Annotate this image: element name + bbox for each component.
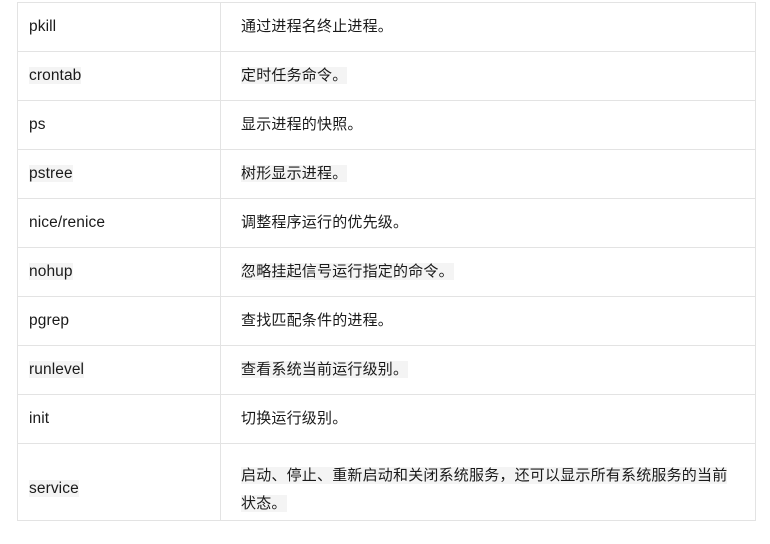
command-cell-inner: pstree: [18, 162, 220, 186]
description-cell: 树形显示进程。: [220, 149, 756, 199]
command-description: 树形显示进程。: [241, 165, 348, 183]
description-cell-inner: 切换运行级别。: [221, 405, 755, 433]
table-row: crontab 定时任务命令。: [17, 51, 756, 101]
table-body: pkill 通过进程名终止进程。 crontab 定时任务命令。 ps 显示进程的快照。 p…: [17, 2, 756, 521]
command-cell-inner: runlevel: [18, 358, 220, 382]
description-cell: 通过进程名终止进程。: [220, 2, 756, 52]
command-cell-inner: nice/renice: [18, 211, 220, 235]
table-row: pgrep 查找匹配条件的进程。: [17, 296, 756, 346]
command-description: 查看系统当前运行级别。: [241, 361, 409, 379]
command-cell: nice/renice: [17, 198, 221, 248]
linux-command-reference-table: pkill 通过进程名终止进程。 crontab 定时任务命令。 ps 显示进程的快照。 p…: [17, 2, 756, 521]
command-cell-inner: service: [18, 462, 220, 501]
description-cell: 启动、停止、重新启动和关闭系统服务，还可以显示所有系统服务的当前状态。: [220, 443, 756, 521]
table-row: ps 显示进程的快照。: [17, 100, 756, 150]
description-cell-inner: 定时任务命令。: [221, 62, 755, 90]
command-cell-inner: crontab: [18, 64, 220, 88]
command-cell: pgrep: [17, 296, 221, 346]
description-cell: 忽略挂起信号运行指定的命令。: [220, 247, 756, 297]
command-cell-inner: init: [18, 407, 220, 431]
description-cell-inner: 查找匹配条件的进程。: [221, 307, 755, 335]
command-name: service: [29, 480, 79, 498]
table-row: nice/renice 调整程序运行的优先级。: [17, 198, 756, 248]
command-name: nice/renice: [29, 213, 106, 231]
description-cell-inner: 显示进程的快照。: [221, 111, 755, 139]
description-cell-inner: 查看系统当前运行级别。: [221, 356, 755, 384]
description-cell: 查看系统当前运行级别。: [220, 345, 756, 395]
description-cell-inner: 树形显示进程。: [221, 160, 755, 188]
description-cell-inner: 启动、停止、重新启动和关闭系统服务，还可以显示所有系统服务的当前状态。: [221, 447, 755, 518]
description-cell: 查找匹配条件的进程。: [220, 296, 756, 346]
description-cell: 显示进程的快照。: [220, 100, 756, 150]
command-name: ps: [29, 115, 46, 133]
description-cell: 定时任务命令。: [220, 51, 756, 101]
command-cell: nohup: [17, 247, 221, 297]
command-name: pgrep: [29, 311, 70, 329]
command-cell: crontab: [17, 51, 221, 101]
command-name: crontab: [29, 66, 82, 84]
command-description: 启动、停止、重新启动和关闭系统服务，还可以显示所有系统服务的当前状态。: [241, 466, 728, 512]
command-description: 通过进程名终止进程。: [241, 18, 394, 36]
table-row: service 启动、停止、重新启动和关闭系统服务，还可以显示所有系统服务的当前状…: [17, 443, 756, 521]
command-cell: pkill: [17, 2, 221, 52]
command-cell-inner: nohup: [18, 260, 220, 284]
command-cell: runlevel: [17, 345, 221, 395]
command-name: pstree: [29, 164, 73, 182]
command-cell: service: [17, 443, 221, 521]
command-cell-inner: pgrep: [18, 309, 220, 333]
command-description: 调整程序运行的优先级。: [241, 214, 409, 232]
command-name: nohup: [29, 262, 73, 280]
description-cell: 切换运行级别。: [220, 394, 756, 444]
table-row: nohup 忽略挂起信号运行指定的命令。: [17, 247, 756, 297]
table-row: pkill 通过进程名终止进程。: [17, 2, 756, 52]
command-description: 显示进程的快照。: [241, 116, 363, 134]
command-cell: ps: [17, 100, 221, 150]
description-cell-inner: 通过进程名终止进程。: [221, 13, 755, 41]
command-cell: pstree: [17, 149, 221, 199]
table-row: runlevel 查看系统当前运行级别。: [17, 345, 756, 395]
command-name: init: [29, 409, 50, 427]
command-description: 查找匹配条件的进程。: [241, 312, 394, 330]
description-cell-inner: 调整程序运行的优先级。: [221, 209, 755, 237]
command-description: 切换运行级别。: [241, 410, 348, 428]
command-cell-inner: ps: [18, 113, 220, 137]
table-row: pstree 树形显示进程。: [17, 149, 756, 199]
description-cell: 调整程序运行的优先级。: [220, 198, 756, 248]
description-cell-inner: 忽略挂起信号运行指定的命令。: [221, 258, 755, 286]
command-cell-inner: pkill: [18, 15, 220, 39]
command-description: 忽略挂起信号运行指定的命令。: [241, 263, 454, 281]
command-name: pkill: [29, 17, 57, 35]
command-description: 定时任务命令。: [241, 67, 348, 85]
table-row: init 切换运行级别。: [17, 394, 756, 444]
command-name: runlevel: [29, 360, 85, 378]
command-cell: init: [17, 394, 221, 444]
